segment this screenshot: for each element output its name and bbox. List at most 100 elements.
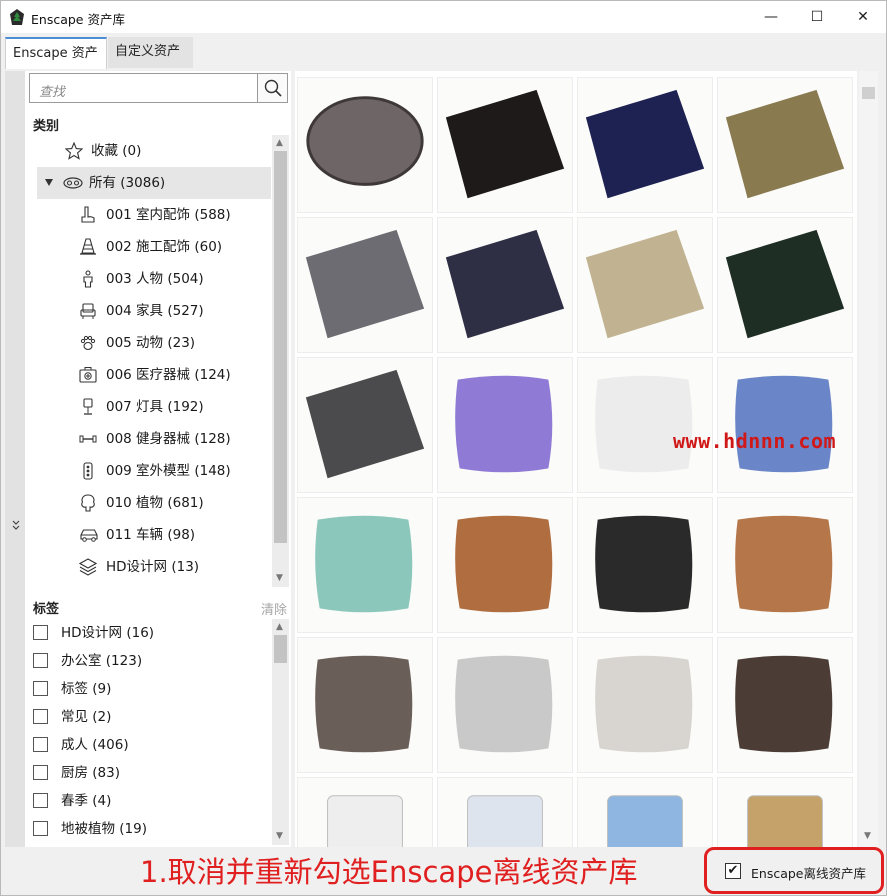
collapse-chevron-icon[interactable]	[12, 519, 20, 534]
title-bar[interactable]: Enscape 资产库 — ☐ ✕	[1, 1, 886, 33]
gray-pillow-thumbnail[interactable]	[437, 637, 573, 773]
scroll-down-icon[interactable]: ▼	[276, 573, 283, 583]
category-item-interior-decor[interactable]: 001 室内配饰 (588)	[25, 199, 271, 231]
tags-scrollbar[interactable]: ▲ ▼	[272, 619, 289, 845]
purple-chevron-pillow-thumbnail[interactable]	[437, 357, 573, 493]
thumbnail-image	[595, 375, 693, 473]
category-item-medical[interactable]: 006 医疗器械 (124)	[25, 359, 271, 391]
category-item-outdoor[interactable]: 009 室外模型 (148)	[25, 455, 271, 487]
category-item-plants[interactable]: 010 植物 (681)	[25, 487, 271, 519]
category-item-vehicles[interactable]: 011 车辆 (98)	[25, 519, 271, 551]
thumbnail-shape	[585, 229, 705, 339]
half-leather-pillow-thumbnail[interactable]	[717, 497, 853, 633]
teal-leaf-pillow-thumbnail[interactable]	[297, 497, 433, 633]
sidebar-collapse-strip[interactable]	[5, 71, 25, 847]
category-item-favorites[interactable]: 收藏 (0)	[25, 135, 271, 167]
tag-checkbox[interactable]	[33, 653, 48, 668]
offline-library-checkbox[interactable]: ✔	[725, 863, 741, 879]
minimize-button[interactable]: —	[748, 1, 794, 33]
thumbnail-shape	[735, 375, 833, 473]
tab-enscape-assets[interactable]: Enscape 资产	[5, 37, 107, 69]
tag-checkbox[interactable]	[33, 625, 48, 640]
thumbnail-shape	[455, 655, 553, 753]
charcoal-rug-thumbnail[interactable]	[297, 357, 433, 493]
clear-tags-button[interactable]: 清除	[261, 599, 287, 618]
thumbnail-shape	[607, 795, 683, 847]
scroll-down-icon[interactable]: ▼	[276, 831, 283, 841]
aztec-pillow-thumbnail[interactable]	[717, 637, 853, 773]
category-item-hd-design[interactable]: HD设计网 (13)	[25, 551, 271, 583]
scroll-up-icon[interactable]: ▲	[276, 622, 283, 632]
scroll-up-icon[interactable]: ▲	[276, 138, 283, 148]
navy-rug-thumbnail[interactable]	[577, 77, 713, 213]
tag-checkbox[interactable]	[33, 793, 48, 808]
asset-grid-scrollbar[interactable]: ▼	[859, 71, 878, 847]
ottoman-thumbnail[interactable]	[577, 777, 713, 847]
thumbnail-image	[455, 375, 553, 473]
category-item-furniture[interactable]: 004 家具 (527)	[25, 295, 271, 327]
leather-pillow-thumbnail[interactable]	[437, 497, 573, 633]
stripe-block-pillow-thumbnail[interactable]	[297, 637, 433, 773]
manhole-cover-thumbnail[interactable]	[297, 77, 433, 213]
category-item-construction[interactable]: 002 施工配饰 (60)	[25, 231, 271, 263]
maximize-button[interactable]: ☐	[794, 1, 840, 33]
chair-icon	[80, 303, 96, 319]
tag-checkbox[interactable]	[33, 681, 48, 696]
speaker-thumbnail[interactable]	[297, 777, 433, 847]
scrollbar-thumb[interactable]	[274, 635, 287, 663]
category-item-all[interactable]: 所有 (3086)	[37, 167, 271, 199]
scroll-down-icon[interactable]: ▼	[864, 831, 871, 841]
tag-label: HD设计网 (16)	[61, 625, 155, 641]
category-label: 002 施工配饰 (60)	[106, 239, 223, 255]
beige-rug-thumbnail[interactable]	[577, 217, 713, 353]
categories-heading: 类别	[33, 119, 60, 134]
grid-pillow-thumbnail[interactable]	[577, 637, 713, 773]
category-item-animals[interactable]: 005 动物 (23)	[25, 327, 271, 359]
thumbnail-shape	[445, 89, 565, 199]
triangle-pillow-thumbnail[interactable]	[577, 497, 713, 633]
thumbnail-shape	[735, 515, 833, 613]
instruction-annotation: 1.取消并重新勾选Enscape离线资产库	[140, 855, 638, 889]
thumbnail-image	[735, 515, 833, 613]
search-icon	[264, 79, 282, 97]
search-input[interactable]: 查找	[29, 73, 258, 103]
category-item-people[interactable]: 003 人物 (504)	[25, 263, 271, 295]
tag-checkbox[interactable]	[33, 737, 48, 752]
expand-triangle-icon[interactable]	[45, 179, 53, 186]
chevron-rug-thumbnail[interactable]	[437, 77, 573, 213]
thumbnail-shape	[305, 229, 425, 339]
lamp-icon	[83, 398, 93, 415]
scrollbar-thumb[interactable]	[274, 151, 287, 543]
category-scrollbar[interactable]: ▲ ▼	[272, 135, 289, 587]
thumbnail-image	[595, 515, 693, 613]
person-icon	[83, 270, 93, 288]
close-button[interactable]: ✕	[840, 1, 886, 33]
leaf-pillow-thumbnail[interactable]	[717, 357, 853, 493]
dumbbell-icon	[79, 435, 97, 443]
thumbnail-image	[455, 655, 553, 753]
category-item-lighting[interactable]: 007 灯具 (192)	[25, 391, 271, 423]
search-placeholder: 查找	[39, 85, 66, 100]
dark-green-rug-thumbnail[interactable]	[717, 217, 853, 353]
thumbnail-image	[315, 515, 413, 613]
tab-custom-assets[interactable]: 自定义资产	[108, 37, 193, 68]
traffic-light-icon	[83, 462, 93, 480]
category-item-fitness[interactable]: 008 健身器械 (128)	[25, 423, 271, 455]
traffic-cone-icon	[80, 238, 96, 255]
white-pillow-thumbnail[interactable]	[577, 357, 713, 493]
star-icon	[65, 142, 83, 160]
category-label: 011 车辆 (98)	[106, 527, 196, 543]
cabinet-thumbnail[interactable]	[717, 777, 853, 847]
tag-label: 标签 (9)	[61, 681, 112, 697]
tag-checkbox[interactable]	[33, 821, 48, 836]
scrollbar-thumb[interactable]	[862, 87, 875, 99]
search-button[interactable]	[257, 73, 288, 103]
thumbnail-image	[315, 655, 413, 753]
gray-geometric-rug-thumbnail[interactable]	[297, 217, 433, 353]
tag-checkbox[interactable]	[33, 709, 48, 724]
tag-checkbox[interactable]	[33, 765, 48, 780]
subwoofer-thumbnail[interactable]	[437, 777, 573, 847]
dark-blue-rug-thumbnail[interactable]	[437, 217, 573, 353]
olive-rug-thumbnail[interactable]	[717, 77, 853, 213]
category-label: 007 灯具 (192)	[106, 399, 204, 415]
